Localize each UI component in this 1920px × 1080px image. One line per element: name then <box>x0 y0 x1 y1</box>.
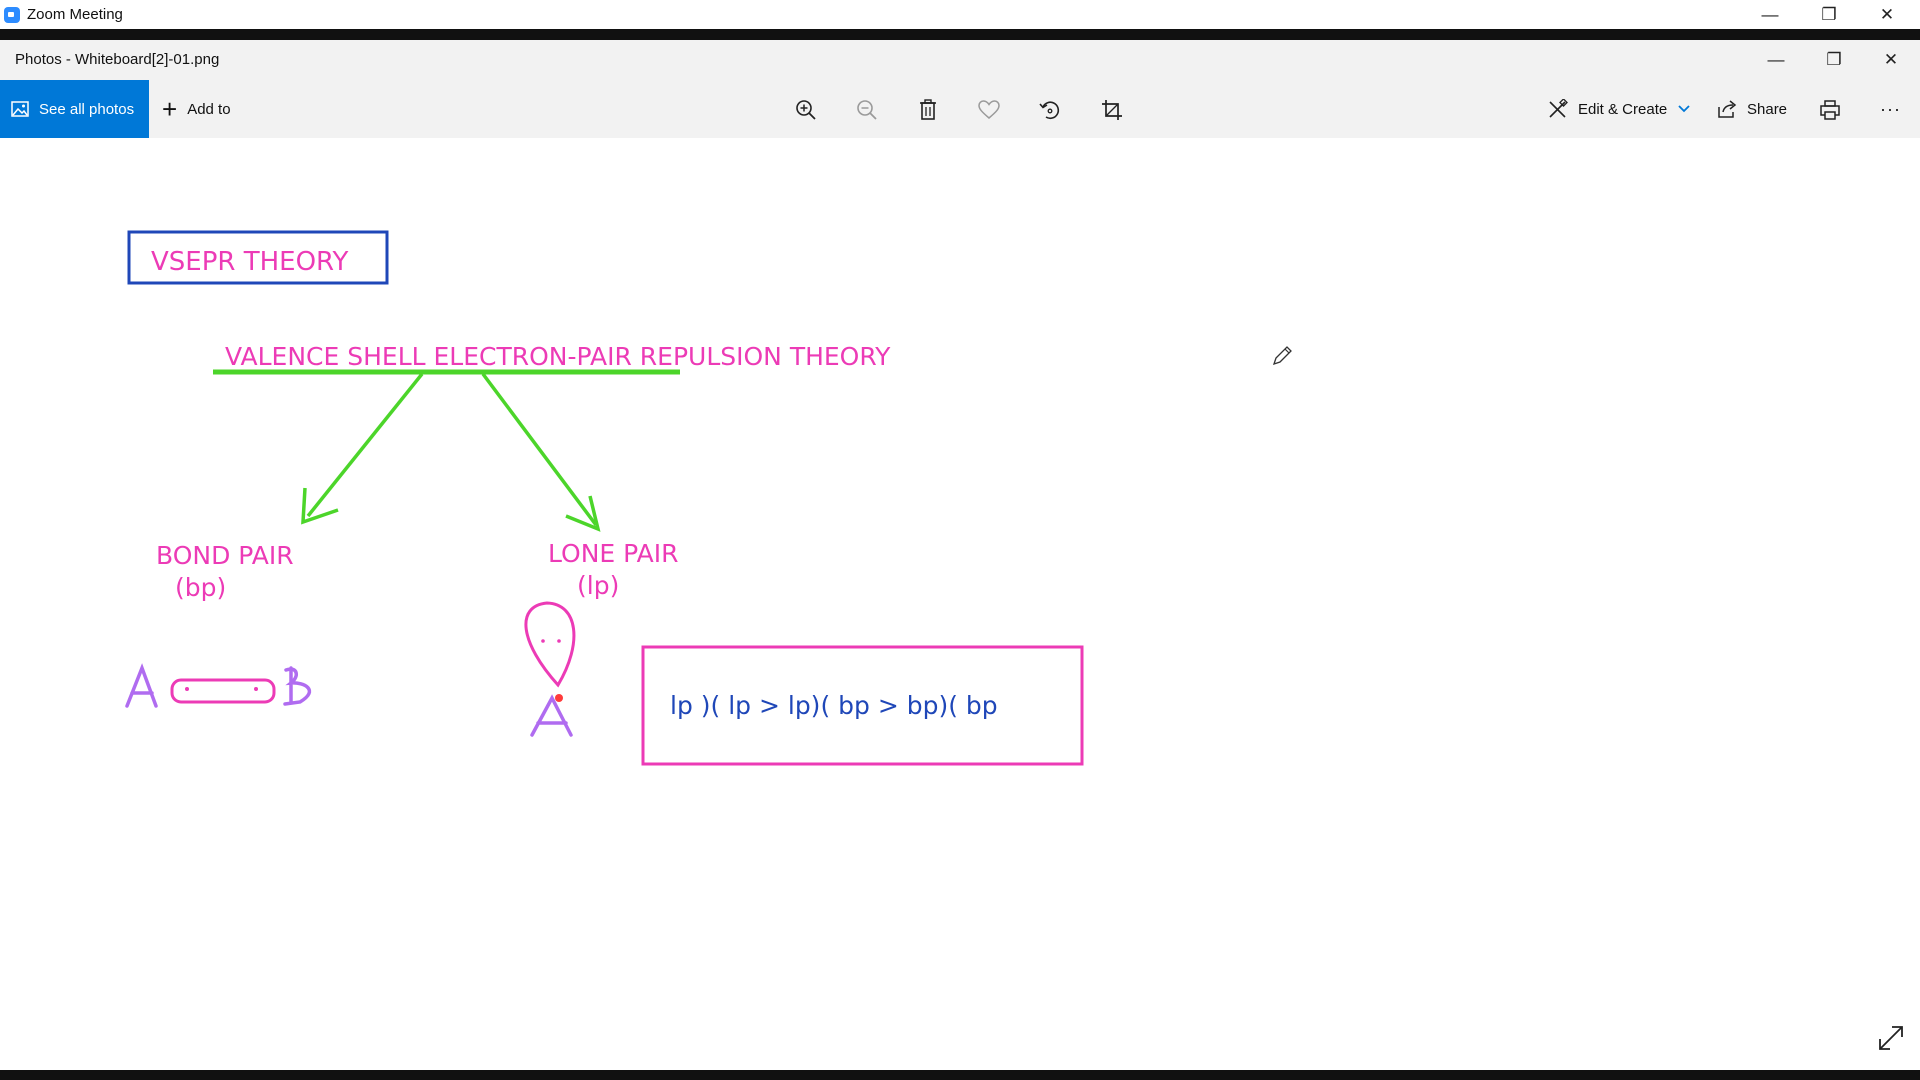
zoom-in-button[interactable] <box>790 94 822 126</box>
lone-pair-atom-a <box>530 694 573 737</box>
zoom-out-button[interactable] <box>851 94 883 126</box>
share-label: Share <box>1747 100 1788 118</box>
lone-pair-label: LONE PAIR <box>548 539 678 568</box>
edit-create-button[interactable]: Edit & Create <box>1548 80 1691 138</box>
photos-toolbar: See all photos + Add to Edit & Create Sh… <box>0 80 1920 138</box>
bond-drawing-dot-2 <box>254 687 258 691</box>
photo-viewer-canvas: VSEPR THEORY VALENCE SHELL ELECTRON-PAIR… <box>0 138 1920 1070</box>
photos-restore-button[interactable]: ❐ <box>1811 40 1857 80</box>
crop-icon <box>1102 100 1122 120</box>
bond-drawing-b <box>283 666 312 706</box>
share-icon <box>1718 100 1737 118</box>
lone-pair-dot-2 <box>557 639 561 643</box>
printer-icon <box>1820 100 1840 120</box>
zoom-logo-icon <box>4 7 20 23</box>
arrow-right-shaft <box>481 372 598 527</box>
window-border <box>0 29 1920 40</box>
pointer-dot <box>555 694 563 702</box>
zoom-in-icon <box>796 100 816 120</box>
share-button[interactable]: Share <box>1717 80 1787 138</box>
zoom-titlebar: Zoom Meeting <box>0 0 1920 30</box>
edit-create-label: Edit & Create <box>1578 100 1668 118</box>
edit-create-icon <box>1549 99 1568 118</box>
bond-drawing-dot-1 <box>185 687 189 691</box>
see-all-photos-button[interactable]: See all photos <box>0 80 149 138</box>
crop-button[interactable] <box>1096 94 1128 126</box>
zoom-minimize-button[interactable]: — <box>1747 0 1793 29</box>
see-all-photos-label: See all photos <box>39 100 135 118</box>
repulsion-order-text: lp )( lp > lp)( bp > bp)( bp <box>670 691 998 720</box>
plus-icon: + <box>162 94 178 124</box>
zoom-restore-button[interactable]: ❐ <box>1806 0 1852 29</box>
subtitle-text: VALENCE SHELL ELECTRON-PAIR REPULSION TH… <box>225 342 891 371</box>
photos-minimize-button[interactable]: — <box>1753 40 1799 80</box>
whiteboard-image: VSEPR THEORY VALENCE SHELL ELECTRON-PAIR… <box>125 230 1084 766</box>
print-button[interactable] <box>1814 94 1846 126</box>
photos-icon <box>11 101 29 117</box>
add-to-label: Add to <box>187 100 231 118</box>
bond-pair-label: BOND PAIR <box>156 541 294 570</box>
more-options-button[interactable]: ··· <box>1880 80 1901 138</box>
bond-drawing-a <box>125 663 158 708</box>
bond-drawing-orbital <box>170 678 276 704</box>
fullscreen-icon[interactable] <box>1876 1023 1906 1053</box>
rotate-button[interactable] <box>1034 94 1066 126</box>
favorite-button[interactable] <box>973 94 1005 126</box>
lone-pair-abbr: (lp) <box>577 571 619 600</box>
bond-pair-abbr: (bp) <box>175 573 226 602</box>
add-to-button[interactable]: + Add to <box>162 80 231 138</box>
delete-button[interactable] <box>912 94 944 126</box>
lone-pair-dot-1 <box>541 639 545 643</box>
title-box-text: VSEPR THEORY <box>151 247 348 277</box>
heart-icon <box>978 100 1000 119</box>
window-bottom-border <box>0 1070 1920 1080</box>
pencil-cursor-icon <box>1272 346 1292 366</box>
lone-pair-orbital <box>524 601 576 688</box>
photos-titlebar: Photos - Whiteboard[2]-01.png <box>0 40 1920 80</box>
zoom-close-button[interactable]: ✕ <box>1864 0 1910 29</box>
chevron-down-icon <box>1678 105 1690 113</box>
photos-window-title: Photos - Whiteboard[2]-01.png <box>15 51 220 68</box>
arrow-left-shaft <box>306 372 424 518</box>
rotate-icon <box>1039 101 1060 120</box>
zoom-window-title: Zoom Meeting <box>27 6 123 23</box>
photos-close-button[interactable]: ✕ <box>1868 40 1914 80</box>
zoom-out-icon <box>857 100 877 120</box>
arrow-left-head <box>301 487 339 525</box>
trash-icon <box>920 99 936 120</box>
